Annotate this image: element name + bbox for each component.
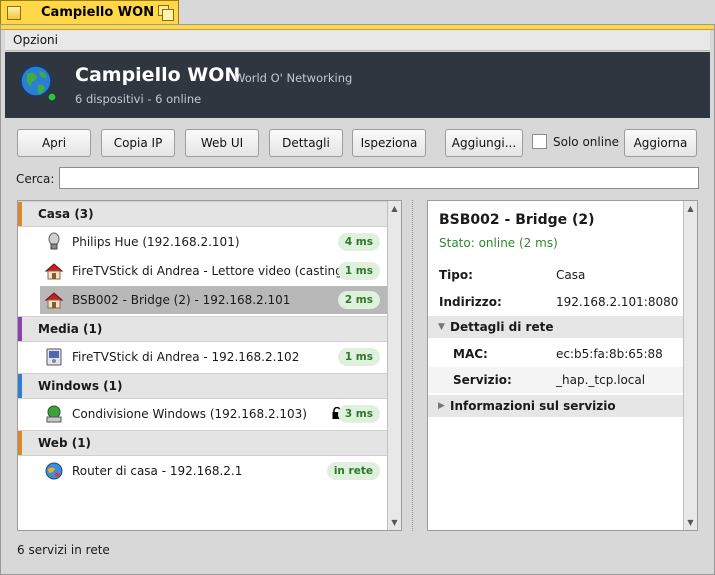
latency-badge: in rete xyxy=(326,462,380,480)
group-label: Windows (1) xyxy=(38,379,123,393)
close-box-icon[interactable] xyxy=(7,6,21,20)
inspect-button[interactable]: Ispeziona xyxy=(352,129,426,157)
service-row: Servizio: _hap._tcp.local xyxy=(428,367,684,393)
group-label: Media (1) xyxy=(38,322,103,336)
device-name: FireTVStick di Andrea - 192.168.2.102 xyxy=(72,350,300,364)
device-list[interactable]: Casa (3) Philips Hue (192.168.2.101) 4 ms F… xyxy=(17,200,402,531)
search-row: Cerca: xyxy=(5,167,710,193)
device-name: BSB002 - Bridge (2) - 192.168.2.101 xyxy=(72,293,291,307)
address-label: Indirizzo: xyxy=(439,295,502,309)
device-row[interactable]: FireTVStick di Andrea - 192.168.2.102 1 m… xyxy=(40,343,388,371)
device-row[interactable]: Philips Hue (192.168.2.101) 4 ms xyxy=(40,228,388,256)
service-value: _hap._tcp.local xyxy=(556,373,646,387)
house-icon xyxy=(44,290,64,310)
status-text: 6 servizi in rete xyxy=(17,543,110,557)
only-online-label: Solo online xyxy=(553,134,620,149)
latency-badge: 4 ms xyxy=(337,233,380,251)
details-button[interactable]: Dettagli xyxy=(269,129,343,157)
search-input[interactable] xyxy=(59,167,699,189)
open-button[interactable]: Apri xyxy=(17,129,91,157)
service-info-label: Informazioni sul servizio xyxy=(450,399,616,413)
window-tab[interactable]: Campiello WON xyxy=(0,0,179,24)
group-color-bar xyxy=(18,202,22,226)
scroll-down-icon[interactable]: ▼ xyxy=(684,516,697,529)
network-share-icon xyxy=(44,404,64,424)
light-bulb-icon xyxy=(44,232,64,252)
app-subtitle: World O' Networking xyxy=(234,71,353,85)
device-name: FireTVStick di Andrea - Lettore video (c… xyxy=(72,264,340,278)
scroll-up-icon[interactable]: ▲ xyxy=(388,202,401,215)
group-header[interactable]: Media (1) xyxy=(18,316,388,342)
window-title: Campiello WON xyxy=(41,5,155,20)
globe-icon xyxy=(20,65,57,102)
header-banner: Campiello WON World O' Networking 6 disp… xyxy=(5,52,710,118)
refresh-button[interactable]: Aggiorna xyxy=(624,129,697,157)
device-name: Philips Hue (192.168.2.101) xyxy=(72,235,240,249)
device-row[interactable]: Condivisione Windows (192.168.2.103) 3 ms xyxy=(40,400,388,428)
router-globe-icon xyxy=(44,461,64,481)
detail-panel: BSB002 - Bridge (2) Stato: online (2 ms)… xyxy=(427,200,698,531)
pane-splitter[interactable] xyxy=(412,200,414,531)
search-label: Cerca: xyxy=(16,172,55,186)
zoom-box-icon[interactable] xyxy=(158,5,174,21)
mac-row: MAC: ec:b5:fa:8b:65:88 xyxy=(428,341,684,367)
device-name: Router di casa - 192.168.2.1 xyxy=(72,464,243,478)
app-title: Campiello WON xyxy=(75,64,241,86)
add-button[interactable]: Aggiungi... xyxy=(445,129,523,157)
expanded-arrow-icon: ▼ xyxy=(438,322,445,332)
group-header[interactable]: Windows (1) xyxy=(18,373,388,399)
type-label: Tipo: xyxy=(439,268,473,282)
only-online-toggle[interactable]: Solo online xyxy=(532,134,619,149)
detail-scrollbar[interactable]: ▲ ▼ xyxy=(683,201,697,530)
service-info-section[interactable]: ▶ Informazioni sul servizio xyxy=(428,395,684,417)
web-ui-button[interactable]: Web UI xyxy=(185,129,259,157)
device-name: Condivisione Windows (192.168.2.103) xyxy=(72,407,307,421)
scroll-down-icon[interactable]: ▼ xyxy=(388,516,401,529)
collapsed-arrow-icon: ▶ xyxy=(438,401,445,411)
group-label: Casa (3) xyxy=(38,207,94,221)
device-stats: 6 dispositivi - 6 online xyxy=(75,92,202,106)
menu-bar: Opzioni xyxy=(5,30,710,51)
menu-opzioni[interactable]: Opzioni xyxy=(13,33,58,47)
network-details-section[interactable]: ▼ Dettagli di rete xyxy=(428,316,684,338)
only-online-checkbox[interactable] xyxy=(532,134,547,149)
media-player-icon xyxy=(44,347,64,367)
type-value: Casa xyxy=(556,268,586,282)
copy-ip-button[interactable]: Copia IP xyxy=(101,129,175,157)
network-details-label: Dettagli di rete xyxy=(450,320,554,334)
detail-title: BSB002 - Bridge (2) xyxy=(439,212,595,228)
device-row[interactable]: FireTVStick di Andrea - Lettore video (c… xyxy=(40,257,388,285)
group-color-bar xyxy=(18,374,22,398)
house-icon xyxy=(44,261,64,281)
scroll-up-icon[interactable]: ▲ xyxy=(684,202,697,215)
group-color-bar xyxy=(18,317,22,341)
detail-status: Stato: online (2 ms) xyxy=(439,236,558,250)
address-value: 192.168.2.101:8080 xyxy=(556,295,679,309)
latency-badge: 3 ms xyxy=(337,405,380,423)
latency-badge: 1 ms xyxy=(337,348,380,366)
group-header[interactable]: Web (1) xyxy=(18,430,388,456)
list-scrollbar[interactable]: ▲ ▼ xyxy=(387,201,401,530)
latency-badge: 2 ms xyxy=(337,291,380,309)
group-label: Web (1) xyxy=(38,436,92,450)
latency-badge: 1 ms xyxy=(337,262,380,280)
toolbar: Apri Copia IP Web UI Dettagli Ispeziona … xyxy=(5,126,710,162)
group-color-bar xyxy=(18,431,22,455)
group-header[interactable]: Casa (3) xyxy=(18,201,388,227)
mac-label: MAC: xyxy=(453,347,488,361)
mac-value: ec:b5:fa:8b:65:88 xyxy=(556,347,663,361)
device-row[interactable]: BSB002 - Bridge (2) - 192.168.2.101 2 ms xyxy=(40,286,388,314)
device-row[interactable]: Router di casa - 192.168.2.1 in rete xyxy=(40,457,388,485)
service-label: Servizio: xyxy=(453,373,512,387)
